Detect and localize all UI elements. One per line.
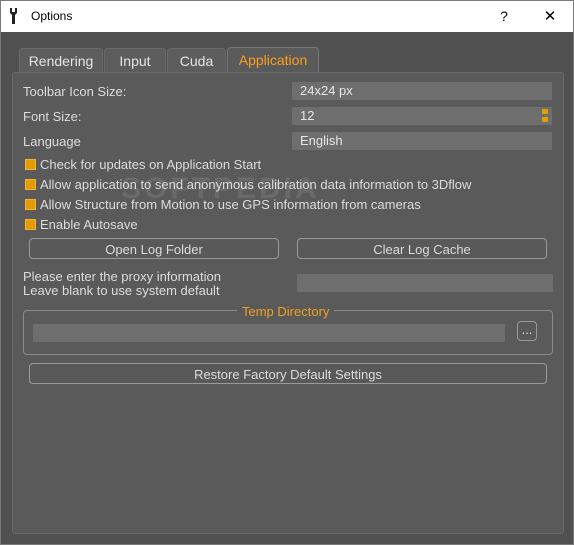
close-button[interactable]: ✕: [527, 1, 573, 32]
language-select[interactable]: English: [292, 132, 552, 150]
font-size-spinbox[interactable]: 12: [292, 107, 552, 125]
help-button[interactable]: ?: [481, 1, 527, 32]
enable-autosave-label: Enable Autosave: [40, 217, 138, 232]
spin-arrows-icon[interactable]: [542, 109, 548, 123]
tab-input[interactable]: Input: [104, 48, 166, 73]
tab-cuda[interactable]: Cuda: [167, 48, 226, 73]
send-calibration-data-checkbox[interactable]: [25, 179, 36, 190]
language-label: Language: [23, 134, 81, 149]
clear-log-cache-button[interactable]: Clear Log Cache: [297, 238, 547, 259]
tab-application[interactable]: Application: [227, 47, 319, 74]
wrench-icon: [10, 8, 17, 24]
proxy-hint-line-2: Leave blank to use system default: [23, 283, 220, 298]
open-log-folder-button[interactable]: Open Log Folder: [29, 238, 279, 259]
use-gps-checkbox[interactable]: [25, 199, 36, 210]
toolbar-icon-size-label: Toolbar Icon Size:: [23, 84, 127, 99]
window-title: Options: [31, 9, 73, 23]
restore-defaults-button[interactable]: Restore Factory Default Settings: [29, 363, 547, 384]
proxy-hint-line-1: Please enter the proxy information: [23, 269, 221, 284]
options-window: Options ? ✕ Rendering Input Cuda Applica…: [0, 0, 574, 545]
enable-autosave-checkbox[interactable]: [25, 219, 36, 230]
check-updates-label: Check for updates on Application Start: [40, 157, 262, 172]
proxy-input[interactable]: [297, 274, 553, 292]
temp-directory-input[interactable]: [33, 324, 505, 342]
browse-directory-button[interactable]: ...: [517, 321, 537, 341]
tab-rendering[interactable]: Rendering: [19, 48, 103, 73]
toolbar-icon-size-select[interactable]: 24x24 px: [292, 82, 552, 100]
font-size-label: Font Size:: [23, 109, 82, 124]
watermark: SOFTPEDIA: [121, 172, 320, 205]
check-updates-checkbox[interactable]: [25, 159, 36, 170]
temp-directory-title: Temp Directory: [237, 304, 335, 319]
font-size-value: 12: [300, 108, 315, 123]
title-bar[interactable]: Options ? ✕: [1, 1, 573, 32]
